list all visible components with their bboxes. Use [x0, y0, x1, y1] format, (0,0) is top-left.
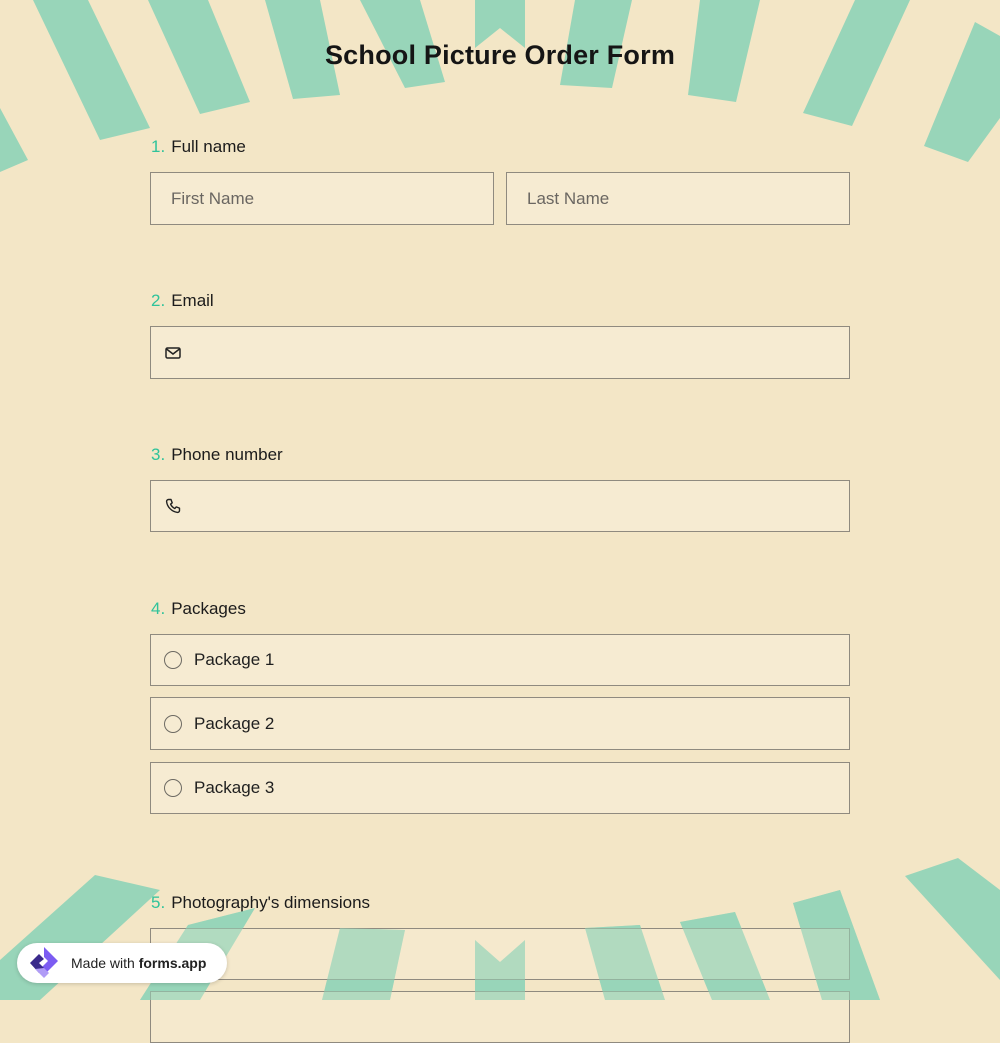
question-number: 2.	[151, 291, 166, 310]
dimension-option-2[interactable]	[150, 991, 850, 1043]
page-title: School Picture Order Form	[324, 40, 676, 70]
question-label: Full name	[171, 137, 246, 156]
email-input[interactable]	[150, 326, 850, 379]
form-content: School Picture Order Form 1. Full name Fi…	[0, 0, 1000, 1043]
package-option-3[interactable]: Package 3	[150, 762, 850, 814]
question-dimensions: 5. Photography's dimensions	[151, 893, 370, 913]
badge-text: Made with forms.app	[71, 955, 206, 971]
question-number: 1.	[151, 137, 166, 156]
badge-brand: forms.app	[138, 955, 207, 971]
question-number: 3.	[151, 445, 166, 464]
dimension-option-1[interactable]	[150, 928, 850, 980]
question-number: 4.	[151, 599, 166, 618]
question-packages: 4. Packages	[151, 599, 246, 619]
question-email: 2. Email	[151, 291, 214, 311]
question-label: Email	[171, 291, 214, 310]
phone-input[interactable]	[150, 480, 850, 532]
phone-icon	[165, 498, 181, 514]
package-option-2[interactable]: Package 2	[150, 697, 850, 750]
question-number: 5.	[151, 893, 166, 912]
option-label: Package 2	[194, 713, 275, 733]
first-name-placeholder: First Name	[171, 188, 255, 208]
first-name-input[interactable]: First Name	[150, 172, 494, 225]
last-name-input[interactable]: Last Name	[506, 172, 850, 225]
question-full-name: 1. Full name	[151, 137, 246, 157]
made-with-badge[interactable]: Made with forms.app	[17, 943, 227, 983]
forms-app-logo-icon	[30, 947, 58, 978]
question-label: Photography's dimensions	[171, 893, 371, 912]
radio-button[interactable]	[164, 779, 182, 797]
badge-prefix: Made with	[71, 955, 135, 971]
question-label: Phone number	[171, 445, 283, 464]
radio-button[interactable]	[164, 714, 182, 733]
question-label: Packages	[171, 599, 246, 618]
last-name-placeholder: Last Name	[527, 188, 610, 208]
package-option-1[interactable]: Package 1	[150, 634, 850, 686]
option-label: Package 3	[194, 778, 275, 797]
option-label: Package 1	[194, 650, 275, 669]
radio-button[interactable]	[164, 651, 182, 669]
mail-icon	[165, 346, 181, 359]
question-phone: 3. Phone number	[151, 445, 283, 465]
